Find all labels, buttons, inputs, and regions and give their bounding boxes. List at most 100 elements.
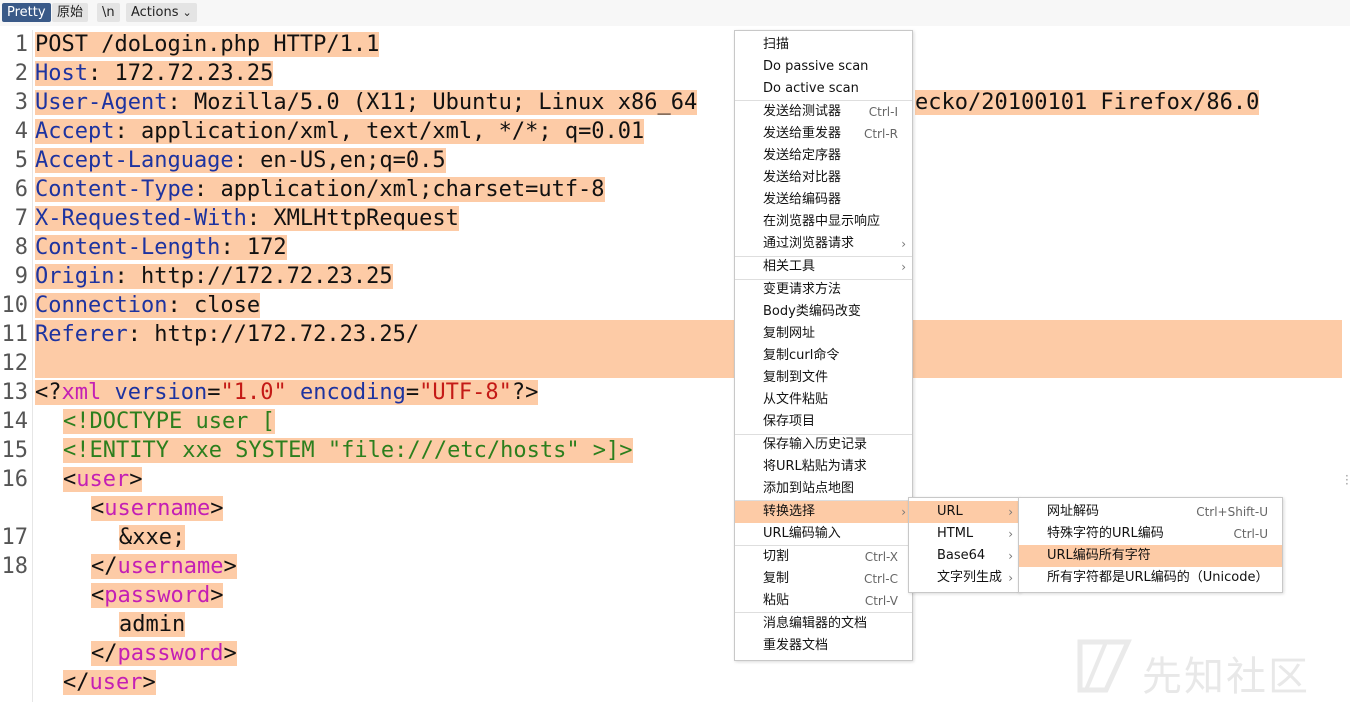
xml-decl-close: ?> [511, 380, 539, 405]
code-line[interactable]: Host: 172.72.23.25 [35, 59, 274, 88]
lt: < [91, 496, 105, 521]
code-line[interactable]: Connection: close [35, 291, 261, 320]
tag-user-open: user [76, 467, 130, 492]
lt: < [91, 583, 105, 608]
chevron-right-icon: › [901, 237, 906, 251]
menu-item-send-sequencer[interactable]: 发送给定序器 [735, 145, 912, 167]
code-line[interactable]: Accept-Language: en-US,en;q=0.5 [35, 146, 446, 175]
menu-item-active-scan[interactable]: Do active scan [735, 78, 912, 100]
menu-item-show-response-browser[interactable]: 在浏览器中显示响应 [735, 211, 912, 233]
code-line[interactable]: admin [119, 610, 186, 639]
menu-item-save-item[interactable]: 保存项目 [735, 411, 912, 433]
submenu-item-url-encode-key-chars[interactable]: 特殊字符的URL编码 Ctrl-U [1019, 523, 1282, 545]
menu-item-paste[interactable]: 粘贴 Ctrl-V [735, 590, 912, 612]
header-value: : close [167, 293, 261, 318]
menu-item-save-history[interactable]: 保存输入历史记录 [735, 434, 912, 456]
watermark-text: 先知社区 [1142, 654, 1310, 700]
menu-item-label: 重发器文档 [763, 638, 829, 653]
pretty-tab[interactable]: Pretty [2, 3, 51, 22]
menu-item-paste-from-file[interactable]: 从文件粘贴 [735, 389, 912, 411]
line-number: 10 [1, 293, 29, 318]
menu-shortcut: Ctrl-I [868, 105, 898, 119]
submenu-item-html[interactable]: HTML › [909, 523, 1019, 545]
submenu-item-url-encode-unicode[interactable]: 所有字符都是URL编码的（Unicode） [1019, 567, 1282, 589]
code-line[interactable]: Origin: http://172.72.23.25 [35, 262, 393, 291]
menu-item-label: 网址解码 [1047, 504, 1100, 519]
menu-item-convert-selection[interactable]: 转换选择 › [735, 501, 912, 523]
menu-item-change-body-encoding[interactable]: Body类编码改变 [735, 301, 912, 323]
code-line[interactable]: Content-Type: application/xml;charset=ut… [35, 175, 605, 204]
menu-item-label: Do passive scan [763, 59, 869, 74]
menu-item-url-encode-as-typed[interactable]: URL编码输入 [735, 523, 912, 545]
xml-decl-name: xml [61, 380, 102, 405]
menu-item-label: 添加到站点地图 [763, 481, 855, 496]
close-lt: </ [91, 641, 118, 666]
line-number: 15 [1, 438, 29, 463]
code-line[interactable]: Content-Length: 172 [35, 233, 287, 262]
menu-item-passive-scan[interactable]: Do passive scan [735, 56, 912, 78]
scroll-handle-icon[interactable]: · · · [1345, 470, 1349, 490]
submenu-item-url[interactable]: URL › [909, 501, 1019, 523]
submenu-item-url-encode-all[interactable]: URL编码所有字符 [1019, 545, 1282, 567]
menu-item-label: 文字列生成 [937, 570, 1003, 585]
menu-item-label: 复制curl命令 [763, 348, 840, 363]
code-line[interactable]: <username> [91, 494, 224, 523]
code-line[interactable]: User-Agent: Mozilla/5.0 (X11; Ubuntu; Li… [35, 88, 698, 117]
menu-item-scan[interactable]: 扫描 [735, 34, 912, 56]
code-line[interactable]: <user> [63, 465, 143, 494]
menu-item-editor-docs[interactable]: 消息编辑器的文档 [735, 613, 912, 635]
code-line[interactable]: <!ENTITY xxe SYSTEM "file:///etc/hosts" … [63, 436, 633, 465]
menu-item-send-repeater[interactable]: 发送给重发器 Ctrl-R [735, 123, 912, 145]
code-line[interactable]: <?xml version="1.0" encoding="UTF-8"?> [35, 378, 539, 407]
submenu-item-construct-string[interactable]: 文字列生成 › [909, 567, 1019, 589]
code-line[interactable]: </username> [91, 552, 237, 581]
code-line[interactable]: </user> [63, 668, 156, 697]
line-number: 7 [14, 206, 28, 231]
menu-item-request-in-browser[interactable]: 通过浏览器请求 › [735, 233, 912, 255]
url-submenu: 网址解码 Ctrl+Shift-U 特殊字符的URL编码 Ctrl-U URL编码所… [1018, 497, 1283, 593]
code-line[interactable]: &xxe; [119, 523, 186, 552]
menu-item-label: HTML [937, 526, 974, 541]
actions-dropdown[interactable]: Actions ⌄ [126, 3, 197, 22]
code-line[interactable]: </password> [91, 639, 237, 668]
menu-item-engagement-tools[interactable]: 相关工具 › [735, 256, 912, 278]
menu-item-copy[interactable]: 复制 Ctrl-C [735, 568, 912, 590]
chevron-right-icon: › [1008, 549, 1013, 563]
menu-item-label: URL编码所有字符 [1047, 548, 1151, 563]
menu-item-label: 复制 [763, 571, 790, 586]
raw-tab[interactable]: 原始 [52, 3, 89, 22]
submenu-item-url-decode[interactable]: 网址解码 Ctrl+Shift-U [1019, 501, 1282, 523]
menu-item-copy-curl[interactable]: 复制curl命令 [735, 345, 912, 367]
xml-encoding-value: "UTF-8" [419, 380, 512, 405]
menu-item-copy-url[interactable]: 复制网址 [735, 323, 912, 345]
menu-item-label: 复制网址 [763, 326, 816, 341]
menu-item-send-comparer[interactable]: 发送给对比器 [735, 167, 912, 189]
menu-item-label: 发送给编码器 [763, 192, 842, 207]
line-number: 3 [14, 90, 28, 115]
menu-item-cut[interactable]: 切割 Ctrl-X [735, 546, 912, 568]
menu-item-send-decoder[interactable]: 发送给编码器 [735, 189, 912, 211]
menu-item-add-to-sitemap[interactable]: 添加到站点地图 [735, 478, 912, 500]
header-value: : http://172.72.23.25/ [127, 322, 420, 347]
menu-item-paste-url-as-request[interactable]: 将URL粘贴为请求 [735, 456, 912, 478]
menu-item-label: 发送给定序器 [763, 148, 842, 163]
xml-eq: = [207, 380, 221, 405]
code-line[interactable]: <password> [91, 581, 224, 610]
code-line[interactable]: <!DOCTYPE user [ [63, 407, 275, 436]
code-line[interactable]: Accept: application/xml, text/xml, */*; … [35, 117, 645, 146]
gutter-divider [32, 30, 33, 702]
submenu-item-base64[interactable]: Base64 › [909, 545, 1019, 567]
menu-item-label: 切割 [763, 549, 790, 564]
menu-item-change-method[interactable]: 变更请求方法 [735, 279, 912, 301]
menu-item-label: Base64 [937, 548, 986, 563]
code-line[interactable]: X-Requested-With: XMLHttpRequest [35, 204, 459, 233]
code-line[interactable]: POST /doLogin.php HTTP/1.1 [35, 30, 380, 59]
header-key: X-Requested-With [35, 206, 247, 231]
menu-item-repeater-docs[interactable]: 重发器文档 [735, 635, 912, 657]
code-line[interactable]: Referer: http://172.72.23.25/ [35, 320, 419, 349]
header-key: Connection [35, 293, 168, 318]
menu-item-copy-to-file[interactable]: 复制到文件 [735, 367, 912, 389]
menu-item-send-intruder[interactable]: 发送给测试器 Ctrl-I [735, 101, 912, 123]
menu-item-label: 发送给测试器 [763, 104, 842, 119]
newline-toggle[interactable]: \n [97, 3, 120, 22]
